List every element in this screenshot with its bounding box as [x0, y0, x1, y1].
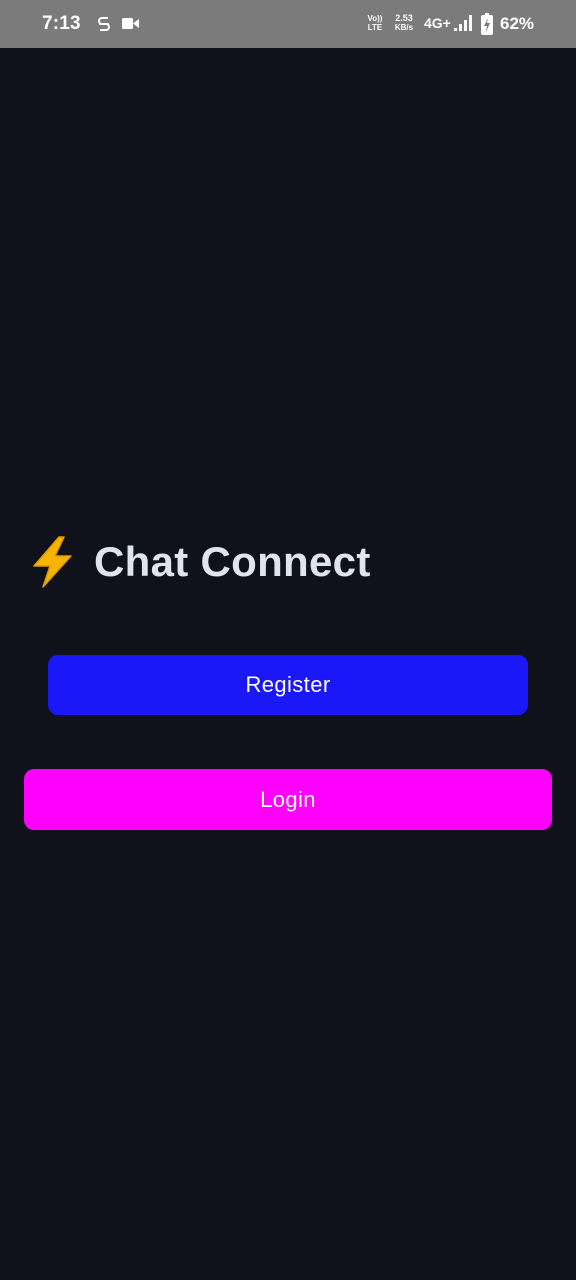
network-type: 4G+ [424, 15, 451, 31]
app-title-text: Chat Connect [94, 538, 371, 585]
signal-strength-icon [454, 15, 472, 31]
battery-percent: 62% [500, 14, 535, 33]
register-button-label: Register [245, 672, 331, 697]
status-bar: 7:13 Vo)) LTE 2.53 KB/s 4G+ 62% [0, 0, 576, 48]
s-badge-icon [98, 17, 110, 31]
app-title: Chat Connect [28, 534, 371, 590]
battery-charging-icon [481, 13, 493, 35]
volte-bottom-text: LTE [367, 23, 383, 32]
status-time: 7:13 [42, 13, 81, 34]
login-button-label: Login [260, 786, 316, 812]
login-button[interactable]: Login [24, 769, 552, 830]
net-speed-indicator: 2.53 KB/s [391, 13, 417, 33]
volte-indicator: Vo)) LTE [366, 14, 384, 32]
video-camera-icon [122, 18, 139, 29]
net-speed-unit: KB/s [394, 23, 414, 32]
lightning-bolt-icon [33, 536, 72, 588]
net-speed-value: 2.53 [395, 13, 413, 23]
register-button[interactable]: Register [48, 655, 528, 715]
volte-top-text: Vo)) [367, 14, 383, 23]
